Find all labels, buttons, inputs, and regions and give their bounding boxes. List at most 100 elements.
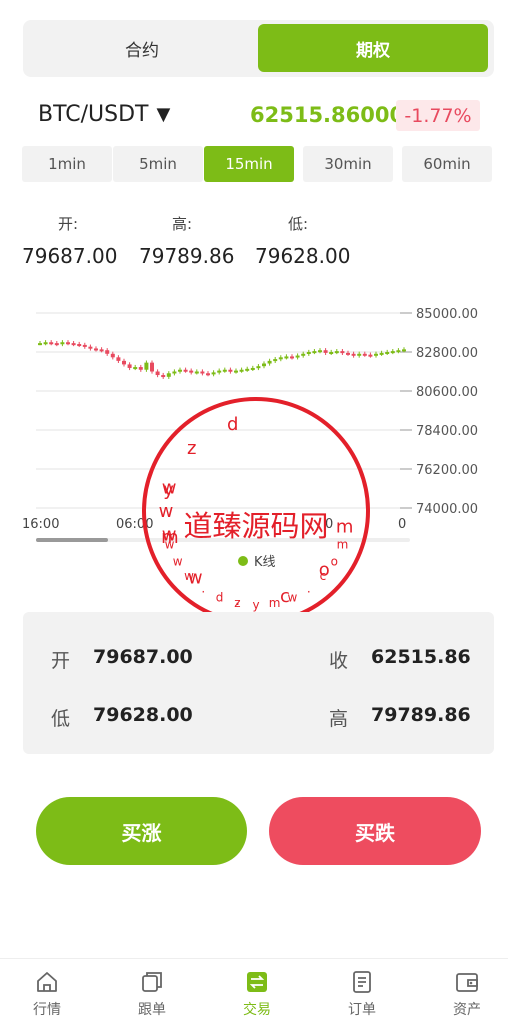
candle-body: [295, 355, 300, 358]
copy-icon: [142, 972, 162, 992]
candle-body: [127, 364, 132, 368]
candle-body: [379, 352, 384, 355]
summary-open-value: 79687.00: [93, 646, 193, 668]
tab-options[interactable]: 期权: [258, 24, 488, 72]
bottom-nav: 行情 跟单 交易 订单 资产: [0, 958, 508, 1024]
mode-switch: 合约 期权: [23, 20, 494, 77]
candle-body: [217, 370, 222, 373]
kline-chart[interactable]: 85000.00 82800.00 80600.00 78400.00 76200.00…: [0, 296, 508, 556]
nav-assets-label: 资产: [453, 1002, 481, 1018]
watermark-letter: w: [188, 567, 203, 588]
candle-body: [357, 353, 362, 356]
legend-dot-icon: [238, 555, 248, 566]
candle-body: [290, 356, 294, 359]
watermark-letter: .: [201, 581, 205, 595]
high-value: 79789.86: [139, 244, 235, 268]
nav-market[interactable]: 行情: [7, 969, 87, 1024]
candle-body: [323, 350, 328, 353]
candle-body: [318, 350, 322, 353]
period-5min[interactable]: 5min: [113, 146, 203, 182]
caret-down-icon: ▼: [156, 104, 171, 125]
candle-body: [362, 353, 367, 356]
nav-copytrade[interactable]: 跟单: [112, 969, 192, 1024]
candle-body: [88, 346, 93, 349]
watermark-letter: c: [280, 586, 290, 607]
candle-body: [402, 349, 406, 352]
candle-body: [211, 372, 216, 375]
buy-down-button[interactable]: 买跌: [269, 797, 481, 865]
ohlc-summary-card: 开 79687.00 收 62515.86 低 79628.00 高 79789…: [23, 612, 494, 754]
candle-body: [385, 352, 390, 354]
candle-body: [228, 369, 233, 372]
period-30min[interactable]: 30min: [303, 146, 393, 182]
x-tick-label: 16:00: [22, 517, 59, 532]
candle-body: [250, 367, 255, 370]
candle-body: [329, 352, 334, 354]
candle-body: [306, 352, 311, 354]
period-1min[interactable]: 1min: [22, 146, 112, 182]
nav-copytrade-label: 跟单: [138, 1002, 166, 1018]
nav-market-label: 行情: [33, 1002, 61, 1018]
candle-body: [194, 371, 199, 374]
watermark-letter: .: [235, 589, 241, 610]
current-price: 62515.86000: [250, 103, 405, 127]
candle-body: [43, 342, 48, 345]
y-tick-label: 78400.00: [416, 424, 478, 439]
candle-body: [133, 367, 138, 370]
candle-body: [38, 343, 42, 346]
watermark-letter: z: [234, 596, 240, 610]
watermark-letter: w: [288, 590, 298, 604]
candle-body: [183, 369, 188, 372]
candle-body: [390, 351, 395, 354]
watermark-letter: w: [173, 554, 183, 568]
candle-body: [178, 369, 182, 372]
candle-body: [368, 354, 373, 357]
watermark-letter: o: [319, 560, 330, 581]
nav-orders[interactable]: 订单: [322, 969, 402, 1024]
candle-body: [138, 367, 143, 370]
candle-body: [301, 353, 306, 356]
x-tick-label: 06:00: [116, 517, 153, 532]
exchange-icon: [247, 972, 267, 992]
x-tick-label: 0: [325, 517, 333, 532]
candle-body: [351, 353, 356, 356]
high-label: 高:: [172, 215, 193, 233]
watermark-letter: y: [252, 598, 259, 612]
candle-body: [71, 343, 76, 346]
candle-body: [396, 350, 401, 353]
summary-low-label: 低: [51, 708, 71, 730]
nav-assets[interactable]: 资产: [427, 969, 507, 1024]
candle-body: [116, 357, 121, 361]
candle-body: [284, 356, 289, 359]
buy-up-button[interactable]: 买涨: [36, 797, 247, 865]
watermark-letter: m: [269, 596, 281, 610]
candle-body: [189, 370, 194, 373]
period-tabs: 1min 5min 15min 30min 60min: [22, 146, 508, 182]
nav-trade[interactable]: 交易: [217, 969, 297, 1024]
candle-body: [340, 351, 345, 354]
candle-body: [77, 344, 82, 347]
tab-contract[interactable]: 合约: [27, 24, 257, 72]
candle-body: [161, 375, 166, 378]
chart-scrollbar[interactable]: [36, 538, 108, 542]
candle-body: [99, 349, 104, 352]
low-value: 79628.00: [255, 244, 351, 268]
candle-body: [346, 352, 350, 355]
symbol-selector[interactable]: BTC/USDT ▼: [38, 102, 170, 127]
legend-label: K线: [254, 555, 276, 570]
watermark-letter: c: [320, 569, 327, 583]
period-60min[interactable]: 60min: [402, 146, 492, 182]
candle-body: [222, 369, 227, 372]
candle-body: [273, 359, 278, 362]
y-tick-label: 82800.00: [416, 346, 478, 361]
candle-body: [150, 362, 154, 372]
chart-legend: K线: [238, 551, 276, 570]
watermark-letter: o: [331, 554, 338, 568]
candle-body: [60, 342, 65, 345]
candle-body: [166, 373, 171, 377]
period-15min[interactable]: 15min: [204, 146, 294, 182]
watermark-letter: .: [307, 581, 311, 595]
candle-body: [234, 370, 238, 373]
summary-close-value: 62515.86: [371, 646, 471, 668]
candle-body: [267, 360, 272, 364]
